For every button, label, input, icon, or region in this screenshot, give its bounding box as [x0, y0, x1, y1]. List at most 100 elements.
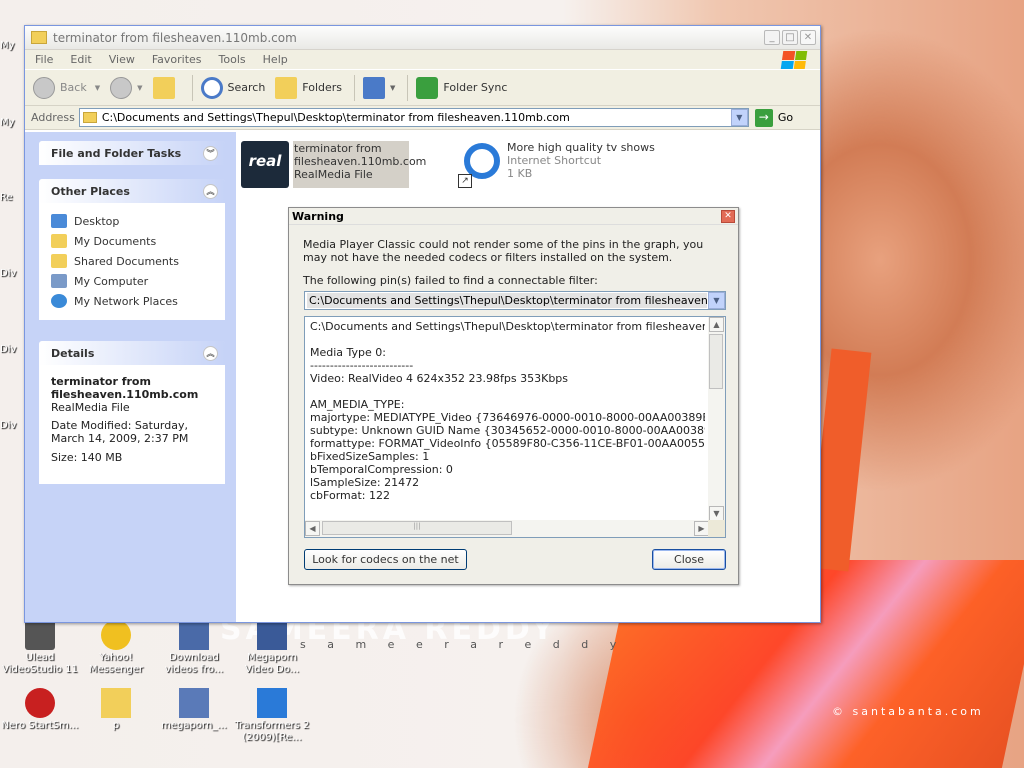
go-button[interactable]: → Go — [754, 108, 793, 127]
realplayer-icon: real — [241, 141, 289, 188]
file-item-shortcut[interactable]: ↗ More high quality tv shows Internet Sh… — [458, 141, 655, 188]
folders-button[interactable]: Folders — [275, 76, 343, 99]
folders-label: Folders — [302, 81, 343, 94]
failed-pins-select[interactable]: C:\Documents and Settings\Thepul\Desktop… — [304, 291, 726, 310]
file-size: 1 KB — [507, 167, 533, 180]
desktop-icon[interactable]: Nero StartSm... — [0, 688, 80, 732]
pin-details-line: Video: RealVideo 4 624x352 23.98fps 353K… — [310, 372, 569, 385]
desktop-label-partial[interactable]: My — [0, 117, 15, 128]
dialog-title-bar[interactable]: Warning ✕ — [289, 208, 738, 225]
look-for-codecs-button[interactable]: Look for codecs on the net — [304, 549, 467, 570]
vertical-scrollbar[interactable]: ▲ ▼ — [708, 317, 725, 521]
desktop-icon[interactable]: p — [76, 688, 156, 732]
address-value: C:\Documents and Settings\Thepul\Desktop… — [101, 111, 570, 124]
maximize-button[interactable]: □ — [782, 30, 798, 45]
chevron-down-icon[interactable]: ▼ — [730, 109, 748, 126]
up-button[interactable] — [152, 76, 180, 99]
forward-button[interactable]: ▼ — [110, 76, 143, 99]
collapse-icon[interactable]: ︽ — [203, 183, 218, 199]
pin-details-line: cbFormat: 122 — [310, 489, 390, 502]
menu-bar: File Edit View Favorites Tools Help — [25, 50, 820, 70]
desktop-label-partial[interactable]: Div — [0, 268, 16, 279]
panel-title: File and Folder Tasks — [51, 146, 182, 160]
nero-icon — [25, 688, 55, 718]
computer-icon — [51, 274, 67, 288]
scroll-thumb[interactable]: ||| — [322, 521, 512, 535]
menu-view[interactable]: View — [109, 53, 135, 66]
scroll-thumb[interactable] — [709, 334, 723, 389]
panel-header[interactable]: File and Folder Tasks ︾ — [39, 141, 225, 165]
shortcut-icon — [257, 620, 287, 650]
views-icon — [363, 76, 386, 99]
search-label: Search — [227, 81, 266, 94]
desktop-icon-label: p — [112, 720, 120, 731]
pin-details-textarea[interactable]: C:\Documents and Settings\Thepul\Desktop… — [304, 316, 726, 538]
wallpaper-copyright: © santabanta.com — [832, 705, 984, 718]
close-button[interactable]: ✕ — [800, 30, 816, 45]
desktop-icon[interactable]: megaporn_... — [154, 688, 234, 732]
pin-details-line: bFixedSizeSamples: 1 — [310, 450, 430, 463]
place-label: My Computer — [74, 274, 149, 288]
sync-icon — [416, 76, 439, 99]
forward-arrow-icon — [110, 76, 133, 99]
desktop-label-partial[interactable]: Div — [0, 344, 16, 355]
menu-favorites[interactable]: Favorites — [152, 53, 202, 66]
menu-tools[interactable]: Tools — [219, 53, 246, 66]
desktop-label-partial[interactable]: Div — [0, 420, 16, 431]
horizontal-scrollbar[interactable]: ◀ ||| ▶ — [305, 520, 709, 537]
place-my-documents[interactable]: My Documents — [51, 231, 225, 251]
folder-sync-button[interactable]: Folder Sync — [416, 76, 508, 99]
menu-help[interactable]: Help — [263, 53, 288, 66]
pin-details-line: -------------------------- — [310, 359, 414, 372]
file-name: More high quality tv shows — [507, 141, 655, 154]
search-icon — [200, 76, 223, 99]
task-pane: File and Folder Tasks ︾ Other Places ︽ Des… — [25, 132, 236, 622]
place-my-network-places[interactable]: My Network Places — [51, 291, 225, 311]
search-button[interactable]: Search — [200, 76, 266, 99]
window-title: terminator from filesheaven.110mb.com — [53, 30, 297, 45]
scroll-right-icon[interactable]: ▶ — [694, 521, 709, 536]
scroll-left-icon[interactable]: ◀ — [305, 521, 320, 536]
file-item-realmedia[interactable]: real terminator from filesheaven.110mb.c… — [241, 141, 426, 188]
pin-details-line: AM_MEDIA_TYPE: — [310, 398, 405, 411]
panel-header[interactable]: Other Places ︽ — [39, 179, 225, 203]
desktop-label-partial[interactable]: Re — [0, 192, 13, 203]
chevron-down-icon[interactable]: ▼ — [708, 292, 725, 309]
failed-pins-value: C:\Documents and Settings\Thepul\Desktop… — [307, 293, 707, 308]
menu-edit[interactable]: Edit — [70, 53, 91, 66]
toolbar: Back ▼ ▼ Search Folders ▼ Folder Sync — [25, 70, 820, 106]
expand-icon[interactable]: ︾ — [203, 145, 218, 161]
address-input[interactable]: C:\Documents and Settings\Thepul\Desktop… — [78, 108, 749, 127]
details-panel: Details ︽ terminator from filesheaven.110… — [39, 341, 225, 484]
place-my-computer[interactable]: My Computer — [51, 271, 225, 291]
desktop-icon[interactable]: Ulead VideoStudio 11 — [0, 620, 80, 676]
file-folder-tasks-panel: File and Folder Tasks ︾ — [39, 141, 225, 165]
place-label: Shared Documents — [74, 254, 179, 268]
desktop-icon-label: Nero StartSm... — [1, 720, 79, 731]
collapse-icon[interactable]: ︽ — [203, 345, 218, 361]
close-dialog-button[interactable]: Close — [652, 549, 726, 570]
file-type: Internet Shortcut — [507, 154, 602, 167]
dialog-close-icon[interactable]: ✕ — [721, 209, 735, 223]
place-shared-documents[interactable]: Shared Documents — [51, 251, 225, 271]
menu-file[interactable]: File — [35, 53, 53, 66]
desktop-icon[interactable]: Megaporn Video Do... — [232, 620, 312, 676]
network-icon — [51, 294, 67, 308]
smiley-icon — [101, 620, 131, 650]
desktop-icon[interactable]: Yahoo! Messenger — [76, 620, 156, 676]
pin-details-line: C:\Documents and Settings\Thepul\Desktop… — [310, 320, 705, 333]
address-label: Address — [31, 111, 75, 124]
folder-sync-label: Folder Sync — [443, 81, 508, 94]
desktop-icon[interactable]: Transformers 2 (2009)[Re... — [232, 688, 312, 744]
place-desktop[interactable]: Desktop — [51, 211, 225, 231]
title-bar[interactable]: terminator from filesheaven.110mb.com _ … — [25, 26, 820, 50]
views-button[interactable]: ▼ — [363, 76, 395, 99]
desktop-icon[interactable]: Download videos fro... — [154, 620, 234, 676]
desktop-label-partial[interactable]: My — [0, 40, 15, 51]
minimize-button[interactable]: _ — [764, 30, 780, 45]
scroll-down-icon[interactable]: ▼ — [709, 506, 724, 521]
scroll-up-icon[interactable]: ▲ — [709, 317, 724, 332]
panel-header[interactable]: Details ︽ — [39, 341, 225, 365]
ie-shortcut-icon: ↗ — [458, 141, 502, 188]
back-button[interactable]: Back ▼ — [33, 76, 100, 99]
